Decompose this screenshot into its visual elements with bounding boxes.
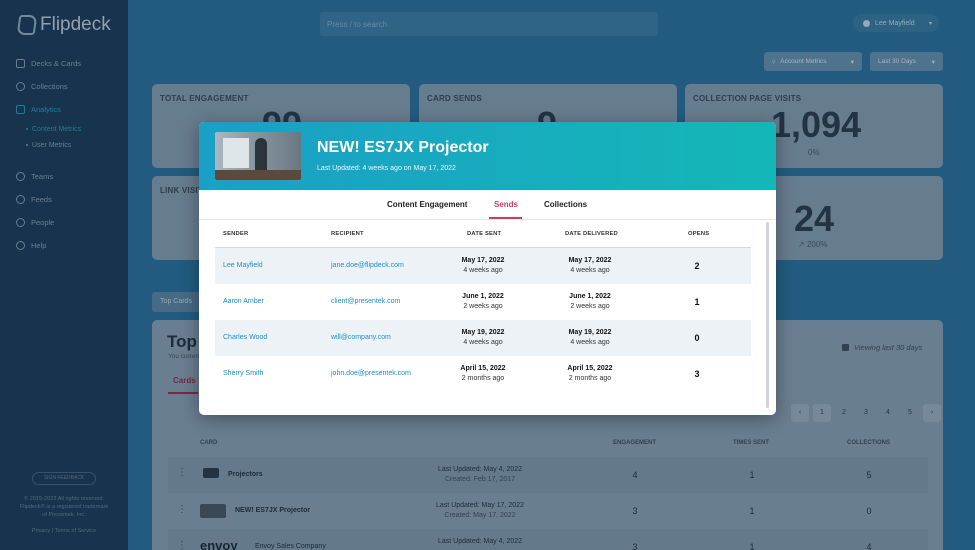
opens-count: 2 <box>694 261 700 271</box>
date-delivered-relative: 2 weeks ago <box>570 303 610 310</box>
date-sent-value: May 19, 2022 <box>461 329 505 336</box>
date-sent: June 1, 2022 2 weeks ago <box>443 292 523 312</box>
date-delivered-value: May 19, 2022 <box>568 329 612 336</box>
tab-content-engagement[interactable]: Content Engagement <box>387 200 467 209</box>
date-sent-value: May 17, 2022 <box>461 257 505 264</box>
recipient-link[interactable]: will@company.com <box>331 334 391 341</box>
date-sent-relative: 4 weeks ago <box>463 339 503 346</box>
card-details-modal: NEW! ES7JX Projector Last Updated: 4 wee… <box>199 122 776 415</box>
sender-link[interactable]: Lee Mayfield <box>223 262 263 269</box>
date-sent: April 15, 2022 2 months ago <box>443 364 523 384</box>
tab-collections[interactable]: Collections <box>544 200 587 209</box>
opens-count: 0 <box>694 333 700 343</box>
recipient-link[interactable]: client@presentek.com <box>331 298 400 305</box>
opens-count: 1 <box>694 297 700 307</box>
date-delivered: April 15, 2022 2 months ago <box>550 364 630 384</box>
table-row: Aaron Amber client@presentek.com June 1,… <box>215 284 751 320</box>
date-delivered: May 17, 2022 4 weeks ago <box>550 256 630 276</box>
tab-sends[interactable]: Sends <box>494 200 518 209</box>
modal-scrollbar[interactable] <box>766 222 769 408</box>
date-sent-relative: 4 weeks ago <box>463 267 503 274</box>
date-delivered: May 19, 2022 4 weeks ago <box>550 328 630 348</box>
recipient-link[interactable]: jane.doe@flipdeck.com <box>331 262 404 269</box>
modal-tabs: Content Engagement Sends Collections <box>199 200 776 220</box>
date-delivered-value: May 17, 2022 <box>568 257 612 264</box>
column-header-opens: OPENS <box>688 231 710 237</box>
recipient-link[interactable]: john.doe@presentek.com <box>331 370 411 377</box>
tabs-divider <box>199 219 776 220</box>
modal-updated: Last Updated: 4 weeks ago on May 17, 202… <box>317 165 456 172</box>
sender-link[interactable]: Charles Wood <box>223 334 267 341</box>
column-header-sender: SENDER <box>223 231 249 237</box>
opens-count: 3 <box>694 369 700 379</box>
date-delivered-relative: 4 weeks ago <box>570 339 610 346</box>
table-row: Charles Wood will@company.com May 19, 20… <box>215 320 751 356</box>
column-header-date-delivered: DATE DELIVERED <box>565 231 618 237</box>
date-sent: May 17, 2022 4 weeks ago <box>443 256 523 276</box>
modal-title: NEW! ES7JX Projector <box>317 139 489 156</box>
column-header-date-sent: DATE SENT <box>467 231 502 237</box>
date-delivered-value: April 15, 2022 <box>567 365 613 372</box>
date-delivered-value: June 1, 2022 <box>569 293 611 300</box>
sender-link[interactable]: Aaron Amber <box>223 298 264 305</box>
modal-header: NEW! ES7JX Projector Last Updated: 4 wee… <box>199 122 776 190</box>
date-sent: May 19, 2022 4 weeks ago <box>443 328 523 348</box>
date-delivered-relative: 4 weeks ago <box>570 267 610 274</box>
sender-link[interactable]: Sherry Smith <box>223 370 263 377</box>
date-delivered-relative: 2 months ago <box>568 375 612 382</box>
date-sent-relative: 2 months ago <box>461 375 505 382</box>
date-sent-value: June 1, 2022 <box>462 293 504 300</box>
app-root: Flipdeck Decks & Cards Collections Analy… <box>0 0 975 550</box>
table-row: Lee Mayfield jane.doe@flipdeck.com May 1… <box>215 248 751 284</box>
column-header-recipient: RECIPIENT <box>331 231 364 237</box>
date-sent-value: April 15, 2022 <box>460 365 506 372</box>
card-preview-image <box>215 132 301 180</box>
table-row: Sherry Smith john.doe@presentek.com Apri… <box>215 356 751 392</box>
date-delivered: June 1, 2022 2 weeks ago <box>550 292 630 312</box>
date-sent-relative: 2 weeks ago <box>463 303 503 310</box>
